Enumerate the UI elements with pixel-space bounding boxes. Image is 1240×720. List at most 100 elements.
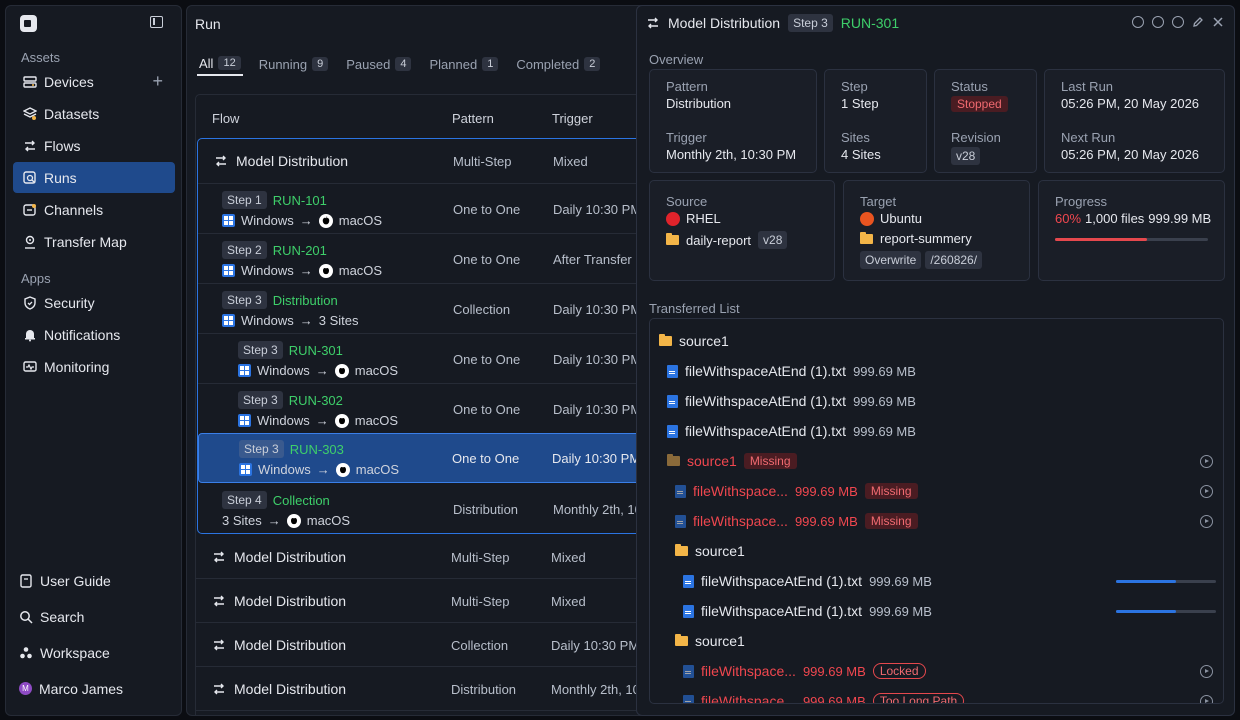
search-icon (19, 610, 33, 624)
tab-planned[interactable]: Planned 1 (427, 52, 500, 76)
retry-icon[interactable] (1200, 455, 1213, 468)
flow-name: Model Distribution (212, 593, 346, 609)
progress-bar-fill (1055, 238, 1147, 241)
row-pattern: Distribution (451, 682, 517, 697)
app-logo[interactable] (20, 15, 37, 32)
pause-icon[interactable] (1132, 16, 1144, 28)
tab-paused[interactable]: Paused 4 (344, 52, 413, 76)
collapse-sidebar-icon[interactable] (150, 16, 163, 28)
table-row[interactable]: Model Distribution Multi-Step Mixed (198, 139, 645, 184)
flow-icon (214, 639, 224, 651)
sidebar-item-devices[interactable]: Devices + (13, 66, 175, 97)
column-header-trigger[interactable]: Trigger (552, 111, 593, 126)
sidebar-item-workspace[interactable]: Workspace (9, 637, 171, 668)
retry-icon[interactable] (1200, 665, 1213, 678)
table-row[interactable]: Model Distribution Collection Daily 10:3… (196, 623, 645, 667)
progress-percent: 60% (1055, 211, 1082, 226)
missing-badge: Missing (864, 513, 918, 529)
sidebar-item-search[interactable]: Search (9, 601, 171, 632)
sidebar-item-runs[interactable]: Runs (13, 162, 175, 193)
list-item[interactable]: fileWithspaceAtEnd (1).txt 999.69 MB (667, 363, 916, 379)
list-item[interactable]: fileWithspaceAtEnd (1).txt 999.69 MB (683, 603, 932, 619)
flow-icon (214, 595, 224, 607)
sidebar-item-flows[interactable]: Flows (13, 130, 175, 161)
run-name: RUN-201 (272, 242, 327, 258)
tab-all[interactable]: All 12 (197, 52, 243, 76)
retry-icon[interactable] (1200, 515, 1213, 528)
table-row[interactable]: Model Distribution Multi-Step Mixed (196, 579, 645, 623)
file-icon (683, 664, 694, 678)
tab-running[interactable]: Running 9 (257, 52, 331, 76)
list-item-folder[interactable]: source1 (659, 333, 729, 349)
close-icon[interactable] (1212, 16, 1224, 28)
retry-icon[interactable] (1200, 695, 1213, 703)
step-badge: Step 1 (222, 191, 267, 209)
tab-completed[interactable]: Completed 2 (514, 52, 602, 76)
play-icon[interactable] (1152, 16, 1164, 28)
list-item[interactable]: fileWithspaceAtEnd (1).txt 999.69 MB (667, 423, 916, 439)
table-row[interactable]: Model Distribution Distribution Monthly … (196, 667, 645, 711)
list-item-folder[interactable]: source1 (675, 633, 745, 649)
file-icon (683, 694, 694, 703)
sidebar-item-label: Transfer Map (44, 233, 127, 250)
folder-icon (675, 634, 688, 646)
apple-icon (286, 513, 301, 528)
table-row[interactable]: Model Distribution Multi-Step Mixed (196, 535, 645, 579)
locked-badge: Locked (872, 663, 926, 679)
folder-icon (659, 334, 672, 346)
column-header-flow[interactable]: Flow (212, 111, 239, 126)
row-trigger: Daily 10:30 PM (553, 202, 642, 217)
missing-badge: Missing (864, 483, 918, 499)
windows-icon (238, 364, 251, 377)
row-trigger: Mixed (551, 550, 586, 565)
table-row[interactable]: Step 3 Distribution Windows → 3 Sites Colle… (198, 284, 645, 334)
sidebar-item-security[interactable]: Security (13, 287, 175, 318)
list-item[interactable]: fileWithspaceAtEnd (1).txt 999.69 MB (683, 573, 932, 589)
sidebar-item-datasets[interactable]: Datasets (13, 98, 175, 129)
retry-icon[interactable] (1200, 485, 1213, 498)
edit-icon[interactable] (1192, 16, 1204, 28)
sidebar-item-monitoring[interactable]: Monitoring (13, 351, 175, 382)
table-row[interactable]: Step 2 RUN-201 Windows → macOS One to One A… (198, 234, 645, 284)
column-header-pattern[interactable]: Pattern (452, 111, 494, 126)
detail-title: Model Distribution (668, 15, 781, 31)
sidebar-item-profile[interactable]: M Marco James (9, 673, 171, 704)
progress-label: Progress (1055, 194, 1108, 209)
channels-icon (23, 203, 37, 217)
row-pattern: One to One (453, 202, 521, 217)
list-item-missing[interactable]: fileWithspace... 999.69 MB Missing (675, 513, 918, 529)
sidebar-item-transfer-map[interactable]: Transfer Map (13, 226, 175, 257)
row-trigger: Mixed (553, 154, 588, 169)
list-item-locked[interactable]: fileWithspace... 999.69 MB Locked (683, 663, 926, 679)
row-pattern: Collection (453, 302, 511, 317)
list-item-folder[interactable]: source1 (675, 543, 745, 559)
tab-label: Completed (516, 56, 580, 72)
list-item[interactable]: fileWithspaceAtEnd (1).txt 999.69 MB (667, 393, 916, 409)
progress-card: Progress 60% 1,000 files 999.99 MB (1038, 180, 1225, 281)
table-row[interactable]: Step 1 RUN-101 Windows → macOS One to One D… (198, 184, 645, 234)
book-icon (19, 573, 33, 588)
tab-count: 2 (584, 57, 601, 71)
source-os: Windows (241, 313, 294, 328)
list-item-folder-missing[interactable]: source1 Missing (667, 453, 797, 469)
table-row-selected[interactable]: Step 3 RUN-303 Windows → macOS One to One D… (198, 433, 645, 483)
table-row[interactable]: Step 3 RUN-302 Windows → macOS One to One D… (198, 384, 645, 434)
list-item-too-long-path[interactable]: fileWithspace... 999.69 MB Too Long Path (683, 693, 965, 703)
row-trigger: Monthly 2th, 10 (553, 502, 642, 517)
table-row[interactable]: Step 3 RUN-301 Windows → macOS One to One D… (198, 334, 645, 384)
step-value: 1 Step (841, 96, 879, 111)
list-item-missing[interactable]: fileWithspace... 999.69 MB Missing (675, 483, 918, 499)
run-name: RUN-303 (289, 441, 344, 457)
page-title: Run (195, 16, 221, 32)
apple-icon (334, 363, 349, 378)
sidebar-item-user-guide[interactable]: User Guide (9, 565, 171, 596)
sidebar-item-notifications[interactable]: Notifications (13, 319, 175, 350)
stop-icon[interactable] (1172, 16, 1184, 28)
sidebar-item-channels[interactable]: Channels (13, 194, 175, 225)
row-pattern: Multi-Step (451, 550, 510, 565)
row-pattern: One to One (453, 352, 521, 367)
sites-value: 4 Sites (841, 147, 881, 162)
add-device-icon[interactable]: + (152, 72, 163, 90)
too-long-path-badge: Too Long Path (872, 693, 965, 703)
table-row[interactable]: Step 4 Collection 3 Sites → macOS Distribut… (198, 484, 645, 534)
